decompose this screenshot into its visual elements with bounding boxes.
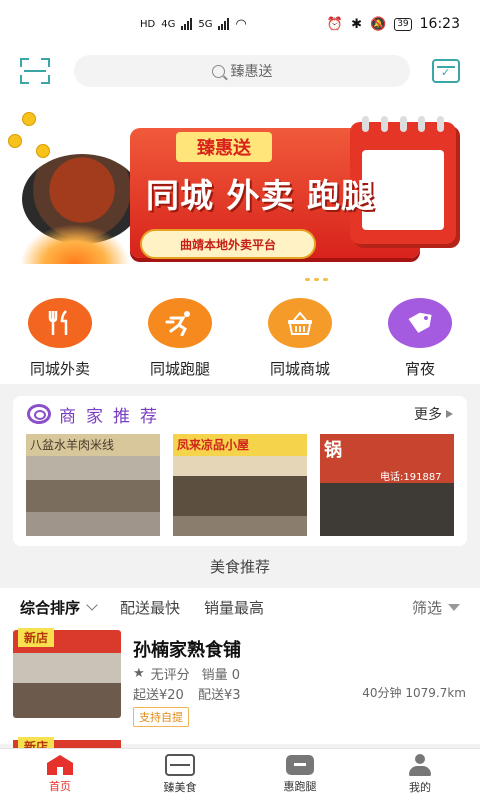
nav-label: 首页 [49, 780, 71, 793]
sort-sales[interactable]: 销量最高 [204, 597, 264, 618]
category-late-night[interactable]: 宵夜 [360, 284, 480, 384]
fire-decoration [20, 224, 130, 264]
runner-icon [148, 298, 212, 348]
more-label: 更多 [414, 407, 442, 423]
shop-phone: 电话:191887 [380, 472, 442, 483]
search-placeholder: 臻惠送 [230, 64, 273, 80]
shop-sign: 锅 [320, 434, 454, 468]
bottom-nav: 首页 臻美食 惠跑腿 我的 [0, 748, 480, 800]
top-header: 臻惠送 [0, 48, 480, 94]
calendar-check-icon[interactable] [432, 59, 460, 83]
home-icon [47, 755, 73, 775]
shop-sign: 八盆水羊肉米线 [26, 434, 160, 456]
status-bar: HD 4G 5G ◠ ⏰ ✱ 🔕 39 16:23 [0, 0, 480, 48]
bluetooth-icon: ✱ [351, 16, 362, 32]
mute-icon: 🔕 [370, 16, 387, 32]
shop-card[interactable]: 凤来凉品小屋 [173, 434, 307, 536]
sort-bar: 综合排序 配送最快 销量最高 筛选 [0, 588, 480, 626]
scan-icon[interactable] [20, 58, 50, 84]
signal-icon [181, 18, 193, 30]
category-errand[interactable]: 同城跑腿 [120, 284, 240, 384]
shop-photo [173, 456, 307, 536]
nav-errand[interactable]: 惠跑腿 [240, 749, 360, 800]
shop-card[interactable]: 锅 电话:191887 [320, 434, 454, 536]
category-label: 同城外卖 [29, 360, 90, 378]
shop-card[interactable]: 八盆水羊肉米线 [26, 434, 160, 536]
network-label: 5G [198, 18, 213, 30]
delivery-icon [286, 755, 314, 775]
signal-icon [218, 18, 230, 30]
store-name: 孙楠家熟食铺 [133, 640, 241, 661]
basket-icon [268, 298, 332, 348]
search-input[interactable]: 臻惠送 [74, 55, 410, 87]
category-mall[interactable]: 同城商城 [240, 284, 360, 384]
sort-fastest[interactable]: 配送最快 [120, 597, 180, 618]
nav-food[interactable]: 臻美食 [120, 749, 240, 800]
battery-icon: 39 [394, 17, 412, 31]
wifi-icon: ◠ [235, 16, 247, 32]
merchant-recommendation-card: 商家推荐 更多 八盆水羊肉米线 凤来凉品小屋 锅 电话:191887 [13, 396, 467, 546]
nav-home[interactable]: 首页 [0, 749, 120, 800]
shop-sign: 凤来凉品小屋 [173, 434, 307, 456]
search-icon [211, 64, 225, 78]
filter-button[interactable]: 筛选 [412, 597, 460, 618]
category-label: 宵夜 [404, 360, 435, 378]
new-store-badge: 新店 [18, 628, 55, 647]
hd-label: HD [140, 18, 156, 30]
chevron-down-icon [86, 599, 98, 611]
nav-profile[interactable]: 我的 [360, 749, 480, 800]
shop-photo: 电话:191887 [320, 468, 454, 536]
network-label: 4G [161, 18, 176, 30]
status-indicators: HD 4G 5G ◠ [140, 17, 247, 32]
sort-label: 综合排序 [20, 598, 81, 617]
alarm-icon: ⏰ [326, 16, 344, 32]
category-label: 同城跑腿 [149, 360, 210, 378]
arrow-right-icon [446, 410, 453, 418]
sort-comprehensive[interactable]: 综合排序 [20, 597, 98, 618]
star-icon: ★ [133, 666, 145, 681]
more-link[interactable]: 更多 [414, 404, 453, 424]
store-rating: 无评分 [150, 668, 190, 683]
delivery-distance: 40分钟 1079.7km [362, 686, 466, 700]
banner-subtitle: 曲靖本地外卖平台 [140, 229, 316, 259]
category-grid: 同城外卖 同城跑腿 同城商城 宵夜 [0, 284, 480, 384]
spiral-icon [27, 404, 51, 424]
delivery-fee: 配送¥3 [197, 688, 241, 703]
min-order: 起送¥20 [133, 688, 184, 703]
store-sales: 销量 0 [201, 668, 241, 683]
filter-label: 筛选 [411, 598, 442, 617]
nav-label: 惠跑腿 [283, 780, 317, 793]
promo-banner[interactable]: 臻惠送 同城 外卖 跑腿 曲靖本地外卖平台 [0, 94, 480, 284]
fork-knife-icon [28, 298, 92, 348]
carousel-dots [305, 278, 328, 281]
tag-icon [388, 298, 452, 348]
section-label: 美食推荐 [209, 558, 270, 576]
banner-title: 同城 外卖 跑腿 [146, 176, 375, 215]
category-label: 同城商城 [269, 360, 330, 378]
food-box-icon [165, 754, 195, 776]
pickup-tag: 支持自提 [133, 707, 189, 727]
funnel-icon [448, 603, 460, 611]
user-icon [407, 754, 433, 776]
category-takeout[interactable]: 同城外卖 [0, 284, 120, 384]
nav-label: 我的 [409, 781, 431, 794]
shop-photo [26, 456, 160, 536]
nav-label: 臻美食 [163, 781, 197, 794]
store-list-item[interactable]: 新店 孙楠家熟食铺 ★ 无评分 销量 0 起送¥20 配送¥3 40分钟 107… [0, 626, 480, 744]
clock: 16:23 [419, 16, 460, 32]
banner-tag: 臻惠送 [176, 132, 272, 162]
merchant-section-title: 商家推荐 [59, 406, 167, 427]
